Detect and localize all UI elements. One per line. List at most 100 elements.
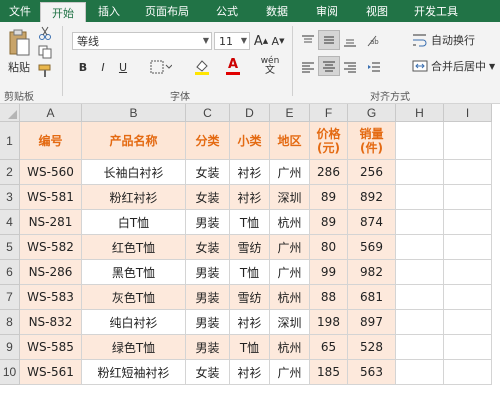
tab-formulas[interactable]: 公式 bbox=[202, 0, 252, 22]
table-cell[interactable]: WS-561 bbox=[20, 360, 82, 385]
table-cell[interactable]: 广州 bbox=[270, 235, 310, 260]
shrink-font-icon[interactable]: A ▼ bbox=[270, 32, 286, 50]
column-header[interactable]: B bbox=[82, 104, 186, 122]
bold-button[interactable]: B bbox=[74, 58, 92, 76]
align-center-icon[interactable] bbox=[318, 56, 340, 76]
tab-view[interactable]: 视图 bbox=[352, 0, 402, 22]
table-cell[interactable]: 569 bbox=[348, 235, 396, 260]
table-cell[interactable]: 99 bbox=[310, 260, 348, 285]
wrap-text-button[interactable]: 自动换行 bbox=[412, 30, 498, 50]
column-header[interactable]: C bbox=[186, 104, 230, 122]
table-cell[interactable] bbox=[396, 160, 444, 185]
table-header-cell[interactable]: 分类 bbox=[186, 122, 230, 160]
font-size-combo[interactable]: 11 ▼ bbox=[214, 32, 250, 50]
align-top-icon[interactable] bbox=[298, 32, 318, 50]
table-cell[interactable]: 198 bbox=[310, 310, 348, 335]
borders-icon[interactable] bbox=[148, 58, 174, 76]
table-header-cell[interactable]: 地区 bbox=[270, 122, 310, 160]
table-cell[interactable]: 绿色T恤 bbox=[82, 335, 186, 360]
table-cell[interactable] bbox=[444, 310, 492, 335]
table-cell[interactable] bbox=[396, 122, 444, 160]
table-cell[interactable]: 广州 bbox=[270, 160, 310, 185]
table-cell[interactable]: 衬衫 bbox=[230, 360, 270, 385]
table-cell[interactable]: 杭州 bbox=[270, 285, 310, 310]
table-cell[interactable] bbox=[444, 122, 492, 160]
table-cell[interactable]: 女装 bbox=[186, 185, 230, 210]
table-cell[interactable] bbox=[396, 310, 444, 335]
table-cell[interactable]: 286 bbox=[310, 160, 348, 185]
table-cell[interactable]: WS-560 bbox=[20, 160, 82, 185]
table-cell[interactable]: 89 bbox=[310, 185, 348, 210]
table-cell[interactable] bbox=[444, 160, 492, 185]
table-cell[interactable] bbox=[396, 285, 444, 310]
font-name-combo[interactable]: 等线 ▼ bbox=[72, 32, 212, 50]
table-cell[interactable]: WS-583 bbox=[20, 285, 82, 310]
row-header[interactable]: 1 bbox=[0, 122, 20, 160]
tab-developer[interactable]: 开发工具 bbox=[402, 0, 470, 22]
row-header[interactable]: 3 bbox=[0, 185, 20, 210]
phonetic-button[interactable]: wén 文 bbox=[255, 56, 285, 76]
table-cell[interactable]: 衬衫 bbox=[230, 310, 270, 335]
table-cell[interactable]: 256 bbox=[348, 160, 396, 185]
table-header-cell[interactable]: 小类 bbox=[230, 122, 270, 160]
table-cell[interactable]: 女装 bbox=[186, 235, 230, 260]
table-cell[interactable]: 粉红短袖衬衫 bbox=[82, 360, 186, 385]
table-cell[interactable]: 982 bbox=[348, 260, 396, 285]
table-header-cell[interactable]: 价格 (元) bbox=[310, 122, 348, 160]
table-cell[interactable]: 白T恤 bbox=[82, 210, 186, 235]
tab-insert[interactable]: 插入 bbox=[86, 0, 132, 22]
tab-data[interactable]: 数据 bbox=[252, 0, 302, 22]
table-cell[interactable]: 长袖白衬衫 bbox=[82, 160, 186, 185]
table-cell[interactable]: T恤 bbox=[230, 335, 270, 360]
table-cell[interactable]: T恤 bbox=[230, 260, 270, 285]
table-cell[interactable]: NS-281 bbox=[20, 210, 82, 235]
column-header[interactable]: G bbox=[348, 104, 396, 122]
table-cell[interactable]: T恤 bbox=[230, 210, 270, 235]
table-cell[interactable] bbox=[444, 335, 492, 360]
table-cell[interactable]: 杭州 bbox=[270, 335, 310, 360]
table-cell[interactable]: 892 bbox=[348, 185, 396, 210]
table-cell[interactable]: 纯白衬衫 bbox=[82, 310, 186, 335]
merge-center-button[interactable]: 合并后居中 ▼ bbox=[412, 56, 498, 76]
table-cell[interactable]: 874 bbox=[348, 210, 396, 235]
table-cell[interactable]: 杭州 bbox=[270, 210, 310, 235]
table-cell[interactable]: NS-286 bbox=[20, 260, 82, 285]
align-middle-icon[interactable] bbox=[318, 30, 340, 50]
table-cell[interactable]: 广州 bbox=[270, 360, 310, 385]
table-cell[interactable]: 185 bbox=[310, 360, 348, 385]
italic-button[interactable]: I bbox=[94, 58, 112, 76]
table-cell[interactable] bbox=[444, 185, 492, 210]
table-cell[interactable]: 89 bbox=[310, 210, 348, 235]
row-header[interactable]: 6 bbox=[0, 260, 20, 285]
table-cell[interactable]: 80 bbox=[310, 235, 348, 260]
table-cell[interactable]: WS-585 bbox=[20, 335, 82, 360]
column-header[interactable]: D bbox=[230, 104, 270, 122]
table-cell[interactable]: 衬衫 bbox=[230, 160, 270, 185]
grow-font-icon[interactable]: A ▲ bbox=[253, 32, 269, 50]
format-painter-icon[interactable] bbox=[36, 62, 54, 80]
fill-color-icon[interactable] bbox=[192, 58, 218, 76]
table-cell[interactable]: WS-582 bbox=[20, 235, 82, 260]
table-cell[interactable] bbox=[444, 285, 492, 310]
table-cell[interactable]: 灰色T恤 bbox=[82, 285, 186, 310]
row-header[interactable]: 9 bbox=[0, 335, 20, 360]
column-header[interactable]: A bbox=[20, 104, 82, 122]
table-cell[interactable]: 男装 bbox=[186, 260, 230, 285]
table-cell[interactable]: 衬衫 bbox=[230, 185, 270, 210]
align-left-icon[interactable] bbox=[298, 58, 318, 76]
row-header[interactable]: 8 bbox=[0, 310, 20, 335]
table-cell[interactable]: 黑色T恤 bbox=[82, 260, 186, 285]
table-header-cell[interactable]: 销量 (件) bbox=[348, 122, 396, 160]
table-cell[interactable] bbox=[396, 335, 444, 360]
table-cell[interactable]: 男装 bbox=[186, 285, 230, 310]
table-cell[interactable]: 528 bbox=[348, 335, 396, 360]
table-cell[interactable] bbox=[396, 260, 444, 285]
table-cell[interactable]: 681 bbox=[348, 285, 396, 310]
cut-icon[interactable] bbox=[36, 24, 54, 42]
table-header-cell[interactable]: 产品名称 bbox=[82, 122, 186, 160]
table-cell[interactable]: 女装 bbox=[186, 160, 230, 185]
table-cell[interactable]: 女装 bbox=[186, 360, 230, 385]
orientation-icon[interactable]: ab bbox=[364, 32, 388, 50]
table-cell[interactable]: NS-832 bbox=[20, 310, 82, 335]
table-cell[interactable]: 897 bbox=[348, 310, 396, 335]
